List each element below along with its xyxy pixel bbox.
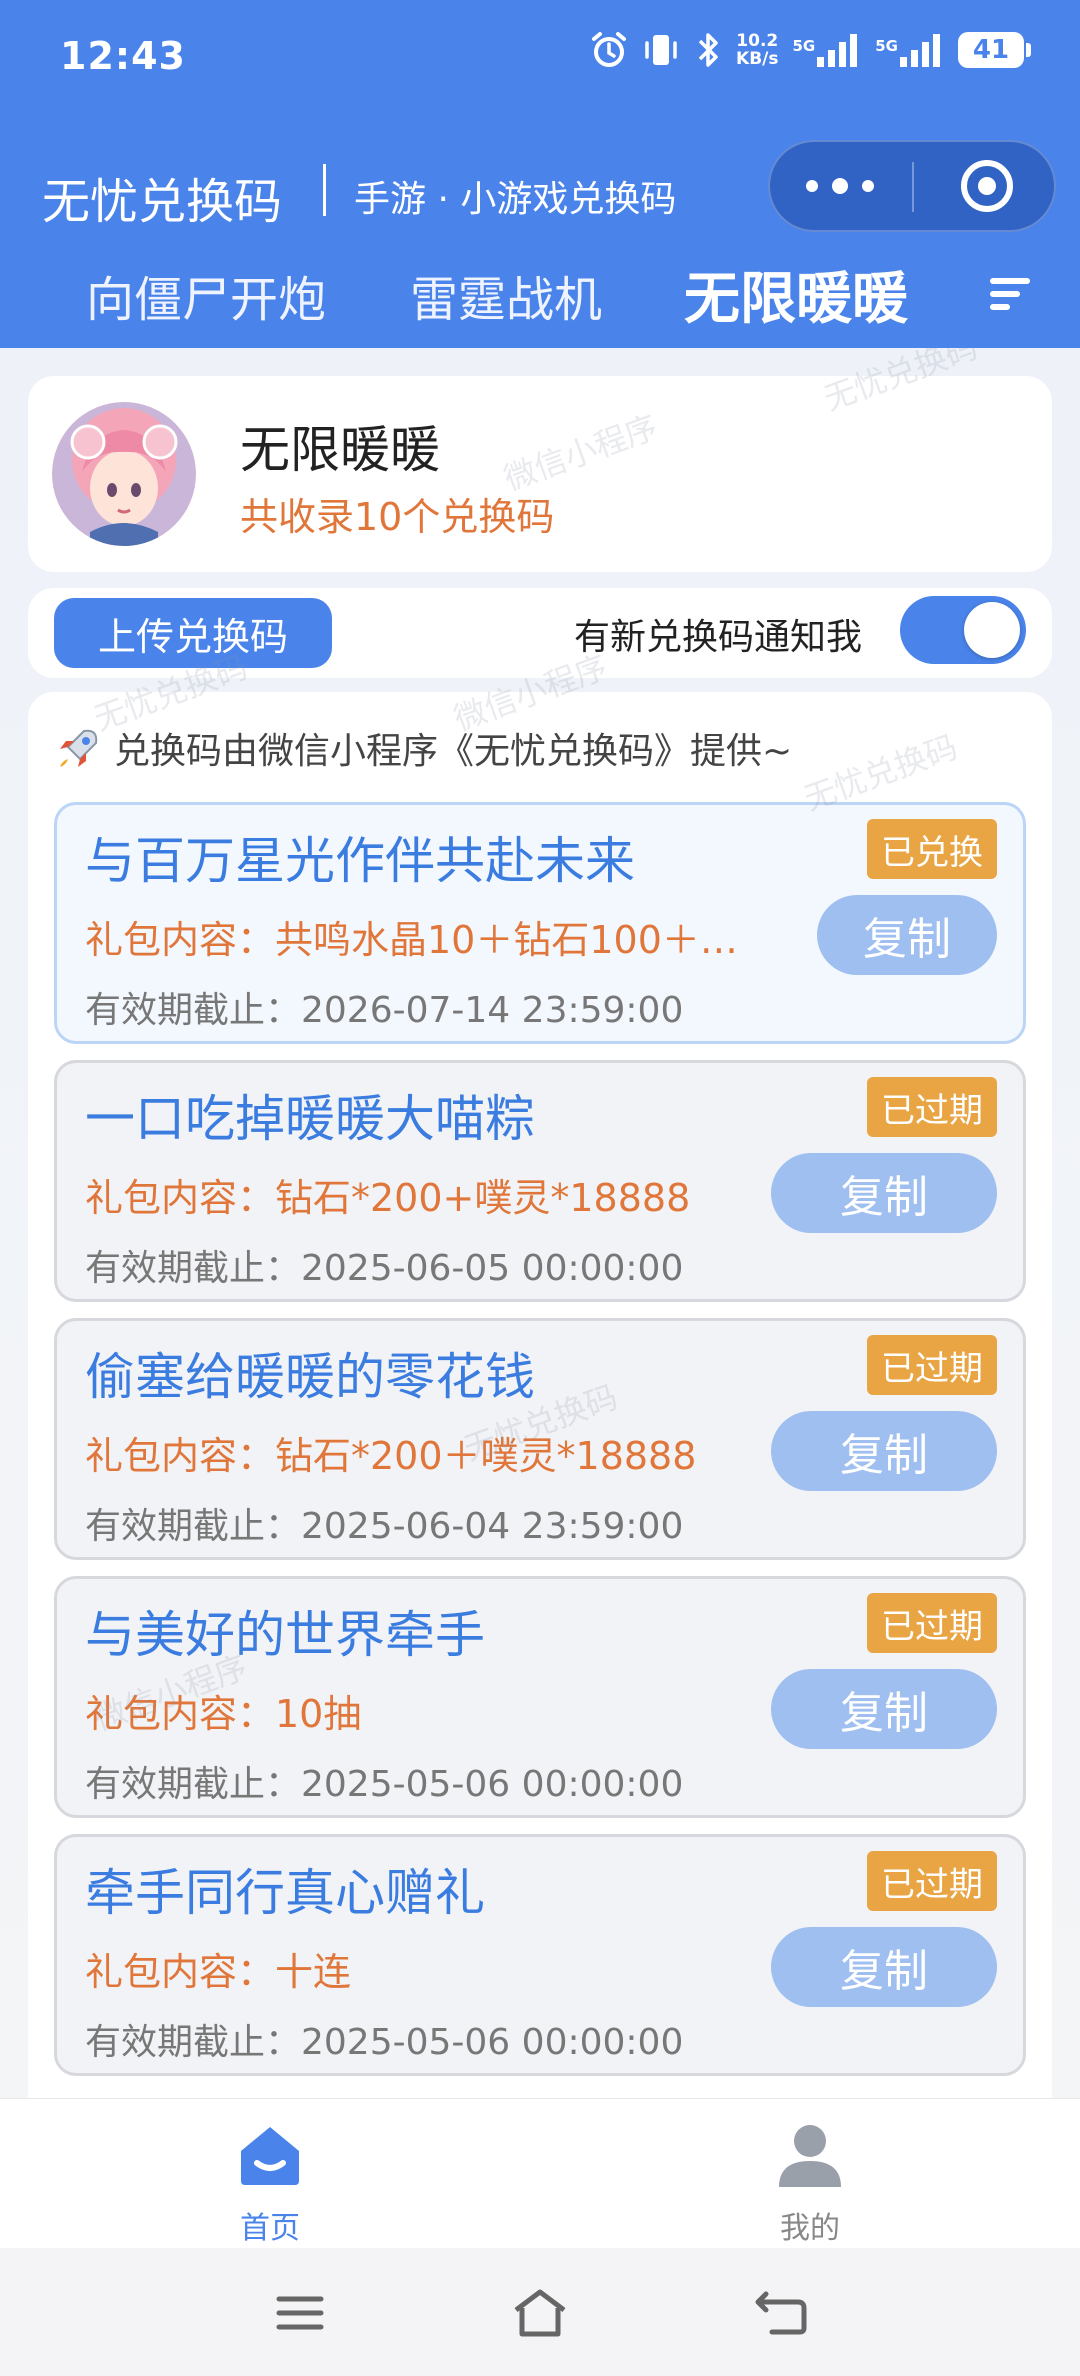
app-title: 无忧兑换码 (42, 174, 283, 230)
code-count: 共收录10个兑换码 (240, 495, 555, 539)
code-expire: 有效期截止：2025-05-06 00:00:00 (85, 1764, 684, 1805)
code-gift: 礼包内容：钻石*200＋噗灵*18888 (85, 1434, 697, 1478)
copy-button[interactable]: 复制 (771, 1927, 997, 2007)
net-speed-unit: KB/s (736, 49, 779, 69)
tab-xiang-jiangshi-kaipao[interactable]: 向僵尸开炮 (86, 260, 326, 330)
mini-program-capsule (768, 140, 1056, 232)
code-expire: 有效期截止：2025-05-06 00:00:00 (85, 2022, 684, 2063)
code-gift: 礼包内容：共鸣水晶10＋钻石100＋… (85, 918, 738, 962)
game-avatar (52, 402, 196, 546)
action-bar: 上传兑换码 有新兑换码通知我 (28, 588, 1052, 678)
user-icon (779, 2125, 841, 2187)
signal-1-label: 5G (792, 37, 816, 55)
alarm-icon (590, 31, 628, 69)
main-content: 无限暖暖 共收录10个兑换码 上传兑换码 有新兑换码通知我 兑换码由微信小程序《… (0, 348, 1080, 2098)
tab-menu-icon[interactable] (990, 278, 1030, 312)
nav-mine-label: 我的 (780, 2211, 840, 2246)
system-nav-bar (0, 2248, 1080, 2376)
code-expire: 有效期截止：2025-06-05 00:00:00 (85, 1248, 684, 1289)
more-dot-icon (806, 180, 818, 192)
code-expire: 有效期截止：2025-06-04 23:59:00 (85, 1506, 684, 1547)
code-list-panel: 兑换码由微信小程序《无忧兑换码》提供~ 与百万星光作伴共赴未来 礼包内容：共鸣水… (28, 692, 1052, 2098)
code-title: 与百万星光作伴共赴未来 (85, 832, 635, 890)
bottom-nav: 首页 我的 (0, 2098, 1080, 2248)
status-badge: 已兑换 (867, 819, 997, 879)
more-button[interactable] (770, 142, 910, 230)
copy-button[interactable]: 复制 (771, 1153, 997, 1233)
code-card: 一口吃掉暖暖大喵粽 礼包内容：钻石*200+噗灵*18888 有效期截止：202… (54, 1060, 1026, 1302)
game-info-card: 无限暖暖 共收录10个兑换码 (28, 376, 1052, 572)
menu-icon[interactable] (260, 2278, 340, 2348)
code-gift: 礼包内容：10抽 (85, 1692, 362, 1736)
net-speed: 10.2 KB/s (736, 32, 778, 68)
signal-1: 5G (793, 33, 862, 67)
home-icon (241, 2127, 299, 2185)
code-title: 一口吃掉暖暖大喵粽 (85, 1090, 535, 1148)
toggle-knob (964, 602, 1020, 658)
provider-text: 兑换码由微信小程序《无忧兑换码》提供~ (114, 731, 793, 772)
code-expire: 有效期截止：2026-07-14 23:59:00 (85, 990, 684, 1031)
rocket-icon (60, 729, 98, 767)
target-icon (961, 160, 1013, 212)
signal-2-label: 5G (875, 37, 898, 55)
status-icons: 10.2 KB/s 5G 5G 41 (590, 30, 1031, 70)
status-badge: 已过期 (867, 1593, 997, 1653)
provider-note: 兑换码由微信小程序《无忧兑换码》提供~ (54, 722, 792, 774)
code-gift: 礼包内容：十连 (85, 1950, 352, 1994)
game-tabs: 向僵尸开炮 雷霆战机 无限暖暖 (0, 250, 1080, 340)
net-speed-value: 10.2 (736, 31, 779, 51)
title-row: 无忧兑换码 手游 · 小游戏兑换码 (0, 140, 1080, 240)
vibrate-icon (642, 31, 680, 69)
code-title: 牵手同行真心赠礼 (85, 1864, 485, 1922)
code-card: 偷塞给暖暖的零花钱 礼包内容：钻石*200＋噗灵*18888 有效期截止：202… (54, 1318, 1026, 1560)
more-dot-icon (862, 180, 874, 192)
status-bar: 12:43 10.2 KB/s 5G 5G 41 (0, 0, 1080, 120)
bluetooth-icon (694, 30, 722, 70)
battery-icon: 41 (958, 32, 1031, 68)
back-icon[interactable] (740, 2278, 820, 2348)
tab-leiting-zhanji[interactable]: 雷霆战机 (410, 260, 602, 330)
notify-toggle[interactable] (900, 596, 1026, 664)
capsule-divider (912, 162, 914, 212)
app-subtitle: 手游 · 小游戏兑换码 (354, 179, 677, 220)
more-dot-icon (832, 178, 848, 194)
game-name: 无限暖暖 (240, 421, 440, 479)
status-badge: 已过期 (867, 1851, 997, 1911)
copy-button[interactable]: 复制 (771, 1669, 997, 1749)
title-divider (323, 164, 326, 216)
copy-button[interactable]: 复制 (771, 1411, 997, 1491)
nav-mine[interactable]: 我的 (710, 2119, 910, 2247)
code-title: 与美好的世界牵手 (85, 1606, 485, 1664)
code-card: 与百万星光作伴共赴未来 礼包内容：共鸣水晶10＋钻石100＋… 有效期截止：20… (54, 802, 1026, 1044)
status-time: 12:43 (60, 34, 186, 78)
signal-bars-icon (817, 34, 858, 67)
nav-home-label: 首页 (240, 2211, 300, 2246)
home-button-icon[interactable] (500, 2278, 580, 2348)
code-gift: 礼包内容：钻石*200+噗灵*18888 (85, 1176, 691, 1220)
signal-bars-icon (900, 34, 940, 67)
copy-button[interactable]: 复制 (817, 895, 997, 975)
tab-wuxian-nuannuan[interactable]: 无限暖暖 (684, 254, 908, 335)
code-title: 偷塞给暖暖的零花钱 (85, 1348, 535, 1406)
code-card: 与美好的世界牵手 礼包内容：10抽 有效期截止：2025-05-06 00:00… (54, 1576, 1026, 1818)
status-badge: 已过期 (867, 1077, 997, 1137)
code-card: 牵手同行真心赠礼 礼包内容：十连 有效期截止：2025-05-06 00:00:… (54, 1834, 1026, 2076)
signal-2: 5G (875, 33, 944, 67)
header: 12:43 10.2 KB/s 5G 5G 41 无忧兑换码 手游 · 小游戏兑… (0, 0, 1080, 348)
close-mini-program-button[interactable] (922, 142, 1052, 230)
notify-label: 有新兑换码通知我 (574, 617, 863, 658)
upload-code-button[interactable]: 上传兑换码 (54, 598, 332, 668)
nav-home[interactable]: 首页 (170, 2119, 370, 2247)
status-badge: 已过期 (867, 1335, 997, 1395)
